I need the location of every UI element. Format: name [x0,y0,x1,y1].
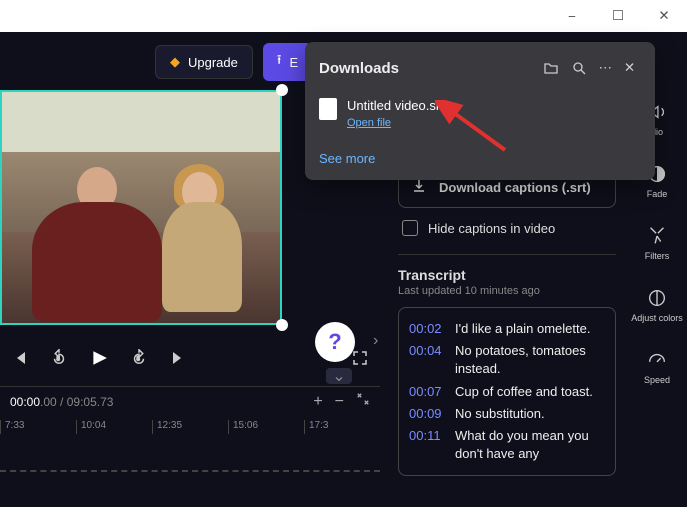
downloads-close-button[interactable]: ✕ [618,56,641,80]
upgrade-button[interactable]: ◆ Upgrade [155,45,253,79]
timeline-ruler[interactable]: 7:33 10:04 12:35 15:06 17:3 [0,420,380,450]
time-display: 00:00.00 / 09:05.73 [10,395,113,409]
svg-text:5: 5 [137,356,140,362]
panel-expand-button[interactable]: › [373,332,378,350]
transcript-updated: Last updated 10 minutes ago [398,285,616,297]
timeline-bar: 00:00.00 / 09:05.73 + − [0,386,380,416]
transcript-line: 00:04No potatoes, tomatoes instead. [409,342,605,378]
diamond-icon: ◆ [170,54,180,70]
hide-captions-label: Hide captions in video [428,221,555,236]
resize-handle-tr[interactable] [276,84,288,96]
downloads-popup: Downloads ⋯ ✕ Untitled video.srt Open fi… [305,42,655,180]
skip-start-button[interactable] [8,346,32,370]
resize-handle-br[interactable] [276,319,288,331]
open-file-link[interactable]: Open file [347,117,391,129]
close-button[interactable]: ✕ [641,0,687,32]
zoom-out-button[interactable]: − [335,392,344,411]
transcript-line: 00:07Cup of coffee and toast. [409,383,605,401]
transcript-timestamp[interactable]: 00:07 [409,383,447,401]
filters-tool[interactable]: Filters [630,216,684,270]
transcript-timestamp[interactable]: 00:02 [409,320,447,338]
downloads-search-button[interactable] [565,56,593,80]
speed-tool[interactable]: Speed [630,340,684,394]
timeline-track-empty[interactable] [0,470,380,472]
preview-frame [0,90,282,325]
ruler-tick: 15:06 [228,420,304,434]
upload-icon: ⭱ [277,51,282,73]
add-track-button[interactable]: + [313,392,322,411]
download-file-row[interactable]: Untitled video.srt Open file [319,92,641,137]
ruler-tick: 7:33 [0,420,76,434]
transcript-line: 00:09No substitution. [409,405,605,423]
maximize-button[interactable]: ☐ [595,0,641,32]
skip-end-button[interactable] [166,346,190,370]
transcript-timestamp[interactable]: 00:09 [409,405,447,423]
download-file-name: Untitled video.srt [347,98,641,113]
collapse-tab[interactable]: ⌄ [326,368,352,384]
hide-captions-checkbox[interactable] [402,220,418,236]
window-titlebar: − ☐ ✕ [0,0,687,32]
forward-5-button[interactable]: 5 [126,345,152,371]
video-preview[interactable] [0,90,282,325]
transcript-line: 00:02I'd like a plain omelette. [409,320,605,338]
ruler-tick: 12:35 [152,420,228,434]
minimize-button[interactable]: − [549,0,595,32]
file-icon [319,98,337,120]
ruler-tick: 10:04 [76,420,152,434]
download-captions-label: Download captions (.srt) [439,180,591,195]
export-label: E [289,55,298,70]
hide-captions-row: Hide captions in video [398,208,616,248]
download-icon [411,178,427,197]
rewind-5-button[interactable]: 5 [46,345,72,371]
question-icon: ? [328,329,341,355]
fit-timeline-button[interactable] [356,392,370,411]
upgrade-label: Upgrade [188,55,238,70]
downloads-title: Downloads [319,60,537,77]
transcript-timestamp[interactable]: 00:04 [409,342,447,378]
adjust-colors-tool[interactable]: Adjust colors [630,278,684,332]
transcript-title: Transcript [398,267,616,283]
transcript-box: 00:02I'd like a plain omelette. 00:04No … [398,307,616,476]
see-more-link[interactable]: See more [319,151,641,166]
ruler-tick: 17:3 [304,420,380,434]
transcript-line: 00:11What do you mean you don't have any [409,427,605,463]
play-button[interactable] [86,345,112,371]
downloads-folder-button[interactable] [537,56,565,80]
downloads-more-button[interactable]: ⋯ [593,56,618,80]
svg-text:5: 5 [57,356,60,362]
transcript-timestamp[interactable]: 00:11 [409,427,447,463]
help-button[interactable]: ? [315,322,355,362]
